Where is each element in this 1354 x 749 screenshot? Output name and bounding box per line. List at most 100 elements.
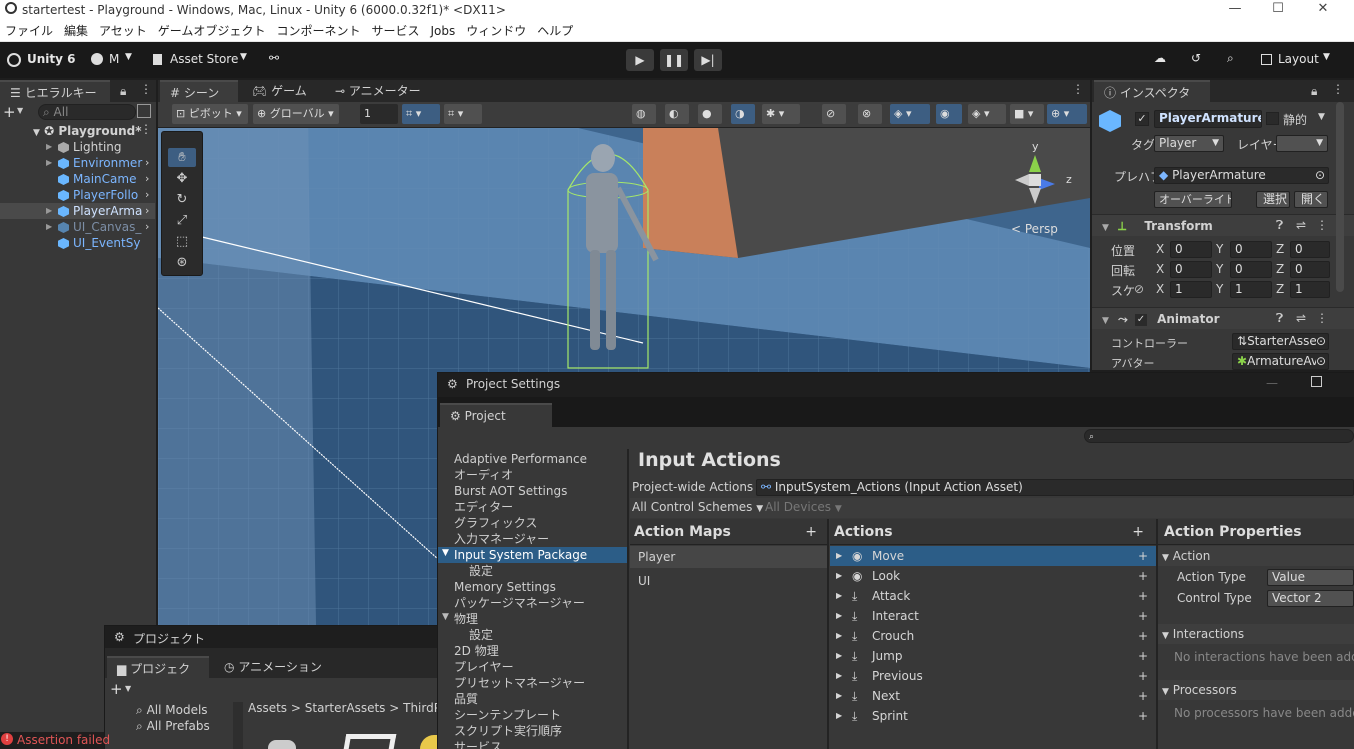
action-row-next[interactable]: ▶ ⤓ Next +: [830, 686, 1156, 706]
add-binding-icon[interactable]: +: [1138, 646, 1148, 666]
add-icon[interactable]: +: [110, 680, 123, 698]
category-physics-2d[interactable]: 2D 物理: [454, 643, 499, 659]
maximize-button[interactable]: ☐: [1255, 0, 1301, 20]
minimize-button[interactable]: —: [1212, 0, 1258, 20]
position-y-field[interactable]: 0: [1230, 241, 1272, 258]
menu-edit[interactable]: 編集: [64, 22, 88, 39]
tab-animator[interactable]: ⊸ アニメーター: [325, 80, 431, 102]
category-input-system-package[interactable]: Input System Package: [454, 547, 587, 563]
unlit-icon[interactable]: ◑: [731, 104, 755, 124]
scale-z-field[interactable]: 1: [1290, 281, 1330, 298]
more-icon[interactable]: ⋮: [140, 122, 152, 136]
animator-enabled-checkbox[interactable]: ✓: [1134, 313, 1147, 326]
close-button[interactable]: ✕: [1300, 0, 1346, 20]
category-services[interactable]: サービス: [454, 739, 502, 749]
pause-button[interactable]: ❚❚: [660, 49, 688, 71]
breadcrumb-item[interactable]: StarterAssets: [305, 701, 386, 715]
tab-hierarchy[interactable]: ☰ ヒエラルキー: [0, 80, 110, 102]
layout-dropdown[interactable]: Layout: [1278, 52, 1319, 66]
animator-header[interactable]: ▼ ⤳ ✓ Animator: [1092, 307, 1354, 329]
hand-tool-icon[interactable]: ✋︎: [168, 148, 196, 167]
category-graphics[interactable]: グラフィックス: [454, 515, 537, 531]
add-binding-icon[interactable]: +: [1138, 666, 1148, 686]
preset-icon[interactable]: ⇌: [1296, 218, 1306, 232]
action-row-jump[interactable]: ▶ ⤓ Jump +: [830, 646, 1156, 666]
persp-label[interactable]: < Persp: [1011, 222, 1058, 236]
grid-visibility-button[interactable]: ⌗ ▾: [444, 104, 482, 124]
add-binding-icon[interactable]: +: [1138, 686, 1148, 706]
scale-tool-icon[interactable]: ⤢: [168, 211, 196, 230]
history-icon[interactable]: ↺: [1191, 51, 1201, 65]
action-map-ui[interactable]: UI: [630, 570, 827, 592]
more-icon[interactable]: ⋮: [1316, 218, 1328, 232]
hierarchy-item-uieventsystem[interactable]: UI_EventSy: [0, 235, 155, 251]
object-name-field[interactable]: PlayerArmature: [1154, 110, 1262, 128]
action-row-crouch[interactable]: ▶ ⤓ Crouch +: [830, 626, 1156, 646]
add-binding-icon[interactable]: +: [1138, 606, 1148, 626]
devices-dropdown[interactable]: All Devices ▼: [765, 500, 842, 514]
add-binding-icon[interactable]: +: [1138, 626, 1148, 646]
account-button[interactable]: M: [109, 52, 119, 66]
interactions-section-header[interactable]: ▼ Interactions: [1158, 624, 1354, 644]
tag-dropdown[interactable]: Player ▼: [1154, 135, 1224, 152]
asset-store-button[interactable]: Asset Store: [170, 52, 238, 66]
chevron-down-icon[interactable]: ▼: [1318, 112, 1325, 122]
help-icon[interactable]: ❓︎: [1276, 218, 1283, 233]
tab-project-settings[interactable]: ⚙ Project Settings: [440, 403, 552, 445]
project-wide-actions-field[interactable]: ⚯ InputSystem_Actions (Input Action Asse…: [756, 479, 1354, 496]
play-button[interactable]: ▶: [626, 49, 654, 71]
expand-icon[interactable]: ▼: [442, 548, 449, 558]
category-preset-manager[interactable]: プリセットマネージャー: [454, 675, 585, 691]
hierarchy-search-input[interactable]: ⌕ All: [38, 104, 136, 120]
more-icon[interactable]: ⋮: [1072, 82, 1084, 96]
pivot-dropdown[interactable]: ⊡ ピボット ▾: [172, 104, 248, 124]
wireframe-icon[interactable]: ◍: [632, 104, 656, 124]
lighting-toggle-icon[interactable]: ⊘: [822, 104, 846, 124]
breadcrumb-item[interactable]: Assets: [248, 701, 287, 715]
add-binding-icon[interactable]: +: [1138, 566, 1148, 586]
unity-logo-thumbnail[interactable]: [343, 734, 397, 749]
controller-field[interactable]: ⇅StarterAsse ⊙: [1232, 333, 1329, 350]
preset-icon[interactable]: ⇌: [1296, 311, 1306, 325]
tab-inspector[interactable]: ⓘ インスペクター: [1094, 80, 1210, 122]
transform-header[interactable]: ▼ ⟂ Transform: [1092, 214, 1354, 236]
control-schemes-dropdown[interactable]: All Control Schemes ▼: [632, 500, 763, 514]
settings-search-input[interactable]: ⌕: [1084, 429, 1354, 443]
add-binding-icon[interactable]: +: [1138, 546, 1148, 566]
action-row-attack[interactable]: ▶ ⤓ Attack +: [830, 586, 1156, 606]
action-row-move[interactable]: ▶ ◉ Move +: [830, 546, 1156, 566]
rotation-z-field[interactable]: 0: [1290, 261, 1330, 278]
hierarchy-item-playerarmature[interactable]: ▶ PlayerArma: [0, 203, 155, 219]
minimize-button[interactable]: —: [1266, 376, 1278, 390]
position-x-field[interactable]: 0: [1170, 241, 1212, 258]
menu-component[interactable]: コンポーネント: [276, 22, 360, 39]
hierarchy-item-playerfollow[interactable]: PlayerFollo: [0, 187, 155, 203]
rotate-tool-icon[interactable]: ↻: [168, 190, 196, 209]
splitter[interactable]: [827, 519, 829, 749]
menu-window[interactable]: ウィンドウ: [466, 22, 526, 39]
category-adaptive-performance[interactable]: Adaptive Performance: [454, 451, 587, 467]
category-scene-template[interactable]: シーンテンプレート: [454, 707, 561, 723]
view-gizmo[interactable]: [1005, 140, 1075, 220]
snap-increment-input[interactable]: 1: [360, 104, 398, 124]
search-icon[interactable]: ⌕: [1227, 51, 1234, 66]
category-physics-settings[interactable]: 設定: [469, 627, 493, 643]
layer-dropdown[interactable]: ▼: [1276, 135, 1328, 152]
category-input-manager[interactable]: 入力マネージャー: [454, 531, 549, 547]
menu-help[interactable]: ヘルプ: [537, 22, 573, 39]
category-input-system-settings[interactable]: 設定: [469, 563, 493, 579]
more-icon[interactable]: ⋮: [1332, 82, 1344, 96]
effects-dropdown[interactable]: ◈ ▾: [890, 104, 930, 124]
gizmos-dropdown[interactable]: ⊕ ▾: [1047, 104, 1087, 124]
menu-jobs[interactable]: Jobs: [430, 24, 455, 38]
category-burst-aot[interactable]: Burst AOT Settings: [454, 483, 567, 499]
favorite-all-prefabs[interactable]: ⌕ All Prefabs: [136, 719, 210, 734]
grid-snap-button[interactable]: ⌗ ▾: [402, 104, 440, 124]
add-binding-icon[interactable]: +: [1138, 586, 1148, 606]
scale-x-field[interactable]: 1: [1170, 281, 1212, 298]
tab-scene[interactable]: # シーン: [160, 80, 238, 102]
tab-game[interactable]: 🎮︎ ゲーム: [242, 80, 317, 102]
processors-section-header[interactable]: ▼ Processors: [1158, 680, 1354, 700]
action-row-previous[interactable]: ▶ ⤓ Previous +: [830, 666, 1156, 686]
overrides-dropdown[interactable]: オーバーライド ▾: [1154, 191, 1232, 208]
